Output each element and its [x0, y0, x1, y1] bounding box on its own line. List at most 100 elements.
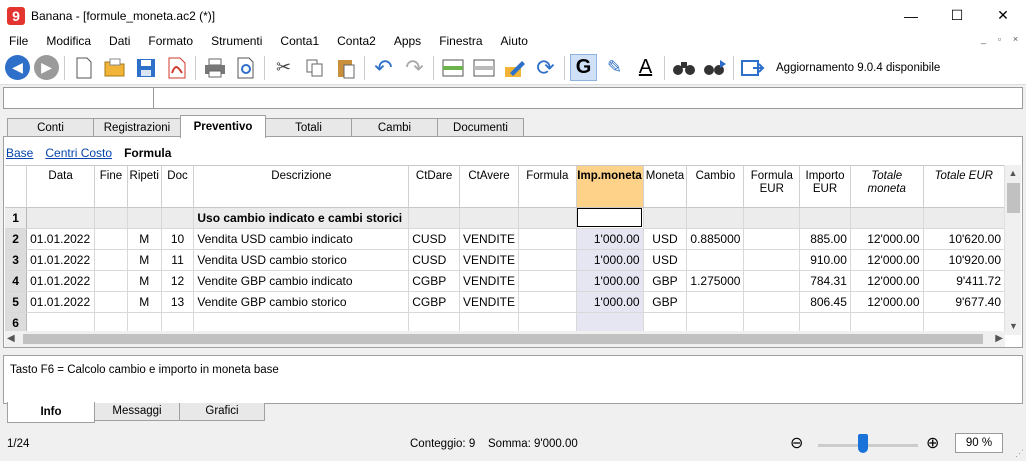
cell-ctavere[interactable]	[459, 207, 520, 229]
horizontal-scroll-thumb[interactable]	[23, 334, 983, 344]
cell-descrizione[interactable]: Vendite GBP cambio indicato	[193, 270, 410, 292]
cell-totale-eur[interactable]	[923, 312, 1005, 334]
tab-messaggi[interactable]: Messaggi	[94, 403, 180, 421]
row-number[interactable]: 5	[5, 291, 28, 313]
col-importo-eur-header[interactable]: Importo EUR	[799, 166, 851, 208]
save-icon[interactable]	[132, 54, 159, 81]
cell-moneta[interactable]: GBP	[643, 270, 688, 292]
col-totale-moneta-header[interactable]: Totale moneta	[850, 166, 924, 208]
col-data-header[interactable]: Data	[26, 166, 96, 208]
cell-ctdare[interactable]: CUSD	[408, 228, 460, 250]
cell-totale-moneta[interactable]: 12'000.00	[850, 249, 924, 271]
cell-cambio[interactable]	[686, 249, 745, 271]
font-color-button[interactable]: A	[632, 54, 659, 81]
cell-moneta[interactable]	[643, 312, 688, 334]
table-row[interactable]: 4 01.01.2022 M 12 Vendite GBP cambio ind…	[5, 270, 1005, 292]
menu-strumenti[interactable]: Strumenti	[202, 31, 271, 51]
cell-imp-moneta[interactable]: 1'000.00	[576, 270, 644, 292]
table-row[interactable]: 1 Uso cambio indicato e cambi storici	[5, 207, 1005, 229]
cell-importo-eur[interactable]: 885.00	[799, 228, 851, 250]
table-row[interactable]: 3 01.01.2022 M 11 Vendita USD cambio sto…	[5, 249, 1005, 271]
open-folder-icon[interactable]	[101, 54, 128, 81]
cell-fine[interactable]	[94, 291, 128, 313]
cell-ripeti[interactable]: M	[127, 249, 162, 271]
forward-icon[interactable]: ▶	[34, 55, 59, 80]
cell-ripeti[interactable]: M	[127, 228, 162, 250]
cell-importo-eur[interactable]: 910.00	[799, 249, 851, 271]
cell-formula-eur[interactable]	[743, 228, 801, 250]
cell-ripeti[interactable]: M	[127, 291, 162, 313]
back-icon[interactable]: ◀	[5, 55, 30, 80]
cell-formula[interactable]	[518, 207, 577, 229]
cell-formula-eur[interactable]	[743, 312, 801, 334]
scroll-up-icon[interactable]: ▲	[1005, 165, 1021, 182]
menu-dati[interactable]: Dati	[100, 31, 139, 51]
cell-formula-eur[interactable]	[743, 207, 801, 229]
cell-fine[interactable]	[94, 270, 128, 292]
cell-descrizione[interactable]: Vendita USD cambio indicato	[193, 228, 410, 250]
cell-imp-moneta-selected[interactable]	[576, 207, 644, 229]
cell-ctdare[interactable]	[408, 312, 460, 334]
row-number[interactable]: 2	[5, 228, 28, 250]
cell-ripeti[interactable]	[127, 312, 162, 334]
table-row[interactable]: 5 01.01.2022 M 13 Vendite GBP cambio sto…	[5, 291, 1005, 313]
cell-doc[interactable]: 13	[161, 291, 195, 313]
copy-icon[interactable]	[301, 54, 328, 81]
minimize-button[interactable]: —	[888, 0, 934, 31]
cell-imp-moneta[interactable]: 1'000.00	[576, 228, 644, 250]
menu-apps[interactable]: Apps	[385, 31, 430, 51]
resize-grip-icon[interactable]: ⋰	[1015, 448, 1024, 459]
col-imp-moneta-header[interactable]: Imp.moneta	[576, 166, 644, 208]
table-row[interactable]: 2 01.01.2022 M 10 Vendita USD cambio ind…	[5, 228, 1005, 250]
cell-importo-eur[interactable]: 806.45	[799, 291, 851, 313]
col-totale-eur-header[interactable]: Totale EUR	[923, 166, 1005, 208]
cell-importo-eur[interactable]	[799, 312, 851, 334]
cell-doc[interactable]: 10	[161, 228, 195, 250]
cell-moneta[interactable]: USD	[643, 249, 688, 271]
cell-imp-moneta[interactable]	[576, 312, 644, 334]
horizontal-scrollbar[interactable]: ◀ ▶	[5, 331, 1005, 347]
cell-totale-moneta[interactable]: 12'000.00	[850, 270, 924, 292]
zoom-out-icon[interactable]: ⊖	[790, 433, 803, 453]
menu-formato[interactable]: Formato	[139, 31, 202, 51]
col-ctavere-header[interactable]: CtAvere	[459, 166, 520, 208]
view-formula-current[interactable]: Formula	[124, 146, 171, 160]
cell-ripeti[interactable]: M	[127, 270, 162, 292]
row-number[interactable]: 4	[5, 270, 28, 292]
cut-icon[interactable]: ✂	[270, 54, 297, 81]
cell-cambio[interactable]: 0.885000	[686, 228, 745, 250]
cell-data[interactable]: 01.01.2022	[26, 291, 96, 313]
col-formula-eur-header[interactable]: Formula EUR	[743, 166, 801, 208]
cell-totale-moneta[interactable]: 12'000.00	[850, 228, 924, 250]
cell-ctdare[interactable]: CGBP	[408, 270, 460, 292]
cell-totale-eur[interactable]: 9'677.40	[923, 291, 1005, 313]
menu-finestra[interactable]: Finestra	[430, 31, 491, 51]
scroll-right-icon[interactable]: ▶	[995, 331, 1003, 347]
redo-icon[interactable]: ↷	[401, 54, 428, 81]
cell-ctavere[interactable]: VENDITE	[459, 291, 520, 313]
cell-data[interactable]: 01.01.2022	[26, 270, 96, 292]
col-doc-header[interactable]: Doc	[161, 166, 195, 208]
row-number[interactable]: 1	[5, 207, 28, 229]
zoom-level-field[interactable]: 90 %	[955, 433, 1003, 453]
cell-totale-moneta[interactable]	[850, 207, 924, 229]
vertical-scrollbar[interactable]: ▲ ▼	[1004, 165, 1021, 335]
scroll-left-icon[interactable]: ◀	[7, 331, 15, 347]
menu-modifica[interactable]: Modifica	[37, 31, 100, 51]
cell-cambio[interactable]: 1.275000	[686, 270, 745, 292]
cell-ctavere[interactable]: VENDITE	[459, 249, 520, 271]
maximize-button[interactable]: ☐	[934, 0, 980, 31]
cell-fine[interactable]	[94, 228, 128, 250]
recalculate-icon[interactable]: ⟳	[532, 54, 559, 81]
cell-cambio[interactable]	[686, 207, 745, 229]
undo-icon[interactable]: ↶	[370, 54, 397, 81]
cell-data[interactable]: 01.01.2022	[26, 249, 96, 271]
highlight-icon[interactable]: ✎	[601, 54, 628, 81]
cell-importo-eur[interactable]: 784.31	[799, 270, 851, 292]
cell-formula-eur[interactable]	[743, 291, 801, 313]
cell-fine[interactable]	[94, 249, 128, 271]
col-descrizione-header[interactable]: Descrizione	[193, 166, 410, 208]
view-base-link[interactable]: Base	[6, 146, 33, 160]
cell-totale-eur[interactable]: 9'411.72	[923, 270, 1005, 292]
scroll-down-icon[interactable]: ▼	[1005, 318, 1022, 335]
